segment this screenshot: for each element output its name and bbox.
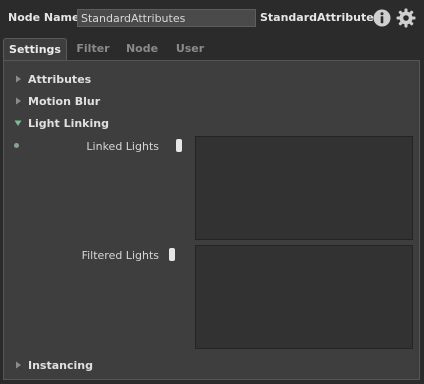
section-label: Attributes	[28, 73, 92, 86]
filtered-lights-label: Filtered Lights	[81, 249, 159, 262]
chevron-down-icon[interactable]	[14, 119, 22, 127]
tab-user[interactable]: User	[169, 38, 211, 60]
tab-bar: Settings Filter Node User	[0, 38, 424, 60]
settings-panel: Attributes Motion Blur Light Linking Lin…	[3, 60, 420, 380]
node-editor: Node Name StandardAttributes Settings Fi…	[0, 0, 424, 384]
tab-settings[interactable]: Settings	[3, 38, 67, 60]
linked-lights-drag-handle[interactable]	[176, 139, 182, 152]
section-label: Light Linking	[28, 117, 109, 130]
chevron-right-icon[interactable]	[14, 361, 22, 369]
filtered-lights-drag-handle[interactable]	[169, 248, 175, 261]
section-label: Instancing	[28, 359, 93, 372]
chevron-right-icon[interactable]	[14, 97, 22, 105]
gear-icon[interactable]	[396, 8, 416, 28]
section-attributes[interactable]: Attributes	[4, 71, 404, 89]
default-state-dot-icon	[14, 143, 19, 148]
chevron-right-icon[interactable]	[14, 75, 22, 83]
section-instancing[interactable]: Instancing	[4, 357, 404, 375]
section-label: Motion Blur	[28, 95, 101, 108]
node-type-label: StandardAttributes	[260, 11, 381, 24]
filtered-lights-list[interactable]	[195, 245, 413, 349]
section-motion-blur[interactable]: Motion Blur	[4, 93, 404, 111]
tab-node[interactable]: Node	[121, 38, 163, 60]
linked-lights-list[interactable]	[195, 136, 413, 240]
node-name-input[interactable]	[77, 9, 256, 27]
node-header: Node Name StandardAttributes	[0, 0, 424, 36]
linked-lights-label: Linked Lights	[86, 140, 159, 153]
section-light-linking[interactable]: Light Linking	[4, 115, 404, 133]
node-name-label: Node Name	[8, 11, 80, 24]
info-icon[interactable]	[373, 9, 391, 27]
tab-filter[interactable]: Filter	[72, 38, 114, 60]
